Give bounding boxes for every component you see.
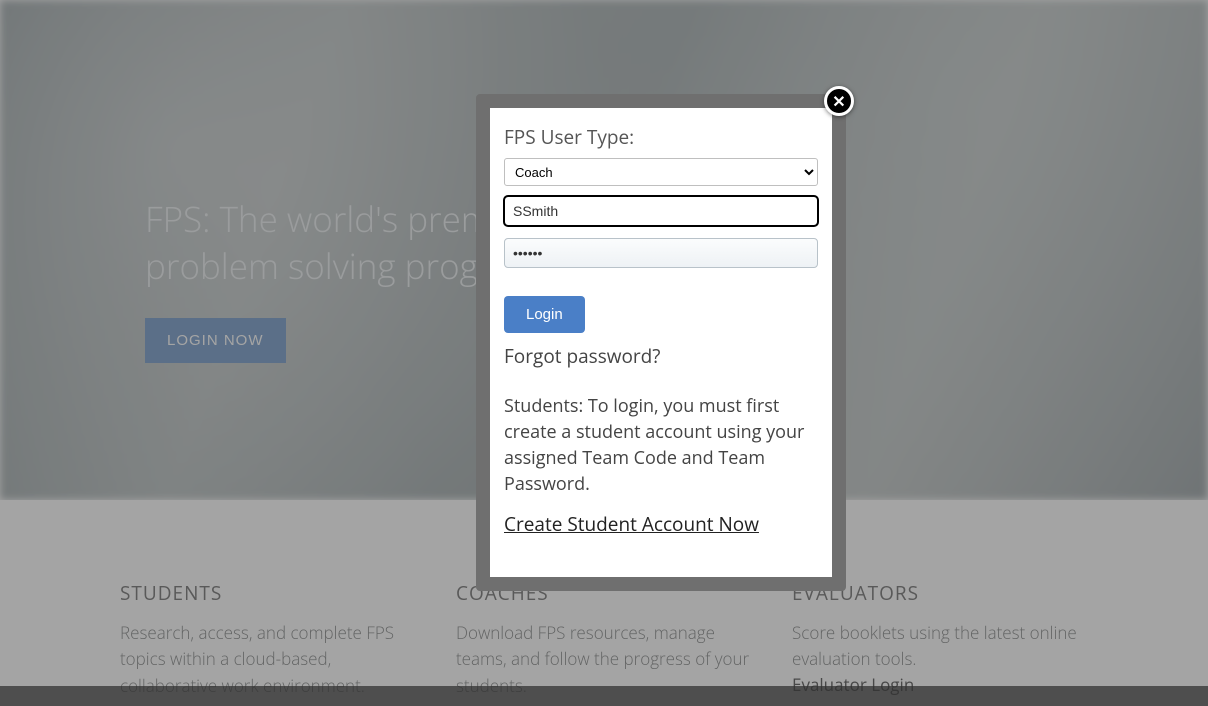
password-input[interactable]	[504, 238, 818, 268]
user-type-label: FPS User Type:	[504, 124, 818, 150]
close-icon: ✕	[832, 90, 845, 112]
bottom-strip	[0, 686, 1208, 706]
user-type-select[interactable]: Coach	[504, 158, 818, 186]
forgot-password-link[interactable]: Forgot password?	[504, 343, 818, 369]
create-student-account-link[interactable]: Create Student Account Now	[504, 511, 759, 537]
login-modal: ✕ FPS User Type: Coach Login Forgot pass…	[476, 94, 846, 591]
close-button[interactable]: ✕	[824, 86, 854, 116]
student-note: Students: To login, you must first creat…	[504, 393, 818, 497]
login-button[interactable]: Login	[504, 296, 585, 333]
username-input[interactable]	[504, 196, 818, 226]
